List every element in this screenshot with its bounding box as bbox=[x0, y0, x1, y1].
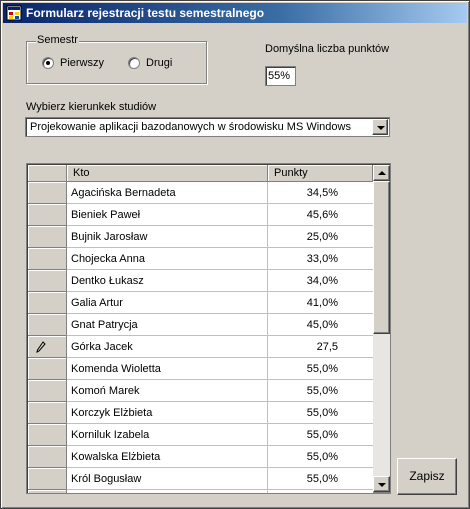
table-row[interactable]: Dentko Łukasz 34,0% bbox=[28, 270, 373, 292]
chevron-down-icon bbox=[377, 126, 385, 130]
radio-second-label: Drugi bbox=[146, 57, 173, 69]
cell-name[interactable] bbox=[67, 490, 268, 493]
students-grid[interactable]: Kto Punkty Agacińska Bernadeta 34,5% Bieni… bbox=[26, 163, 391, 494]
semester-group: Semestr Pierwszy Drugi bbox=[26, 34, 207, 84]
table-row[interactable]: Kowalska Elżbieta 55,0% bbox=[28, 446, 373, 468]
cell-name[interactable]: Korniluk Izabela bbox=[67, 424, 268, 446]
cell-points[interactable]: 55,0% bbox=[268, 380, 373, 402]
table-row[interactable]: Komenda Wioletta 55,0% bbox=[28, 358, 373, 380]
table-row[interactable]: Galia Artur 41,0% bbox=[28, 292, 373, 314]
cell-name[interactable]: Gnat Patrycja bbox=[67, 314, 268, 336]
cell-points[interactable]: 27,5 bbox=[268, 336, 373, 358]
direction-selected-value: Projekowanie aplikacji bazodanowych w śr… bbox=[30, 121, 351, 133]
save-button[interactable]: Zapisz bbox=[397, 458, 457, 495]
vertical-scrollbar[interactable] bbox=[373, 165, 390, 492]
cell-points[interactable]: 55,0% bbox=[268, 468, 373, 490]
row-selector[interactable] bbox=[28, 292, 67, 314]
default-points-input[interactable] bbox=[265, 66, 296, 86]
table-row[interactable]: Agacińska Bernadeta 34,5% bbox=[28, 182, 373, 204]
cell-name[interactable]: Kowalska Elżbieta bbox=[67, 446, 268, 468]
row-selector[interactable] bbox=[28, 314, 67, 336]
table-row[interactable]: Król Bogusław 55,0% bbox=[28, 468, 373, 490]
cell-points[interactable]: 41,0% bbox=[268, 292, 373, 314]
radio-selected-dot bbox=[46, 61, 50, 65]
row-selector[interactable] bbox=[28, 270, 67, 292]
main-window: Formularz rejestracji testu semestralneg… bbox=[0, 0, 470, 509]
table-row[interactable]: Korczyk Elżbieta 55,0% bbox=[28, 402, 373, 424]
column-header-name[interactable]: Kto bbox=[67, 165, 268, 182]
table-row[interactable]: Gnat Patrycja 45,0% bbox=[28, 314, 373, 336]
cell-name[interactable]: Bujnik Jarosław bbox=[67, 226, 268, 248]
cell-points[interactable]: 45,0% bbox=[268, 314, 373, 336]
cell-points[interactable]: 45,6% bbox=[268, 204, 373, 226]
row-selector[interactable] bbox=[28, 226, 67, 248]
cell-name[interactable]: Agacińska Bernadeta bbox=[67, 182, 268, 204]
cell-name[interactable]: Korczyk Elżbieta bbox=[67, 402, 268, 424]
header-corner bbox=[28, 165, 67, 182]
cell-name[interactable]: Chojecka Anna bbox=[67, 248, 268, 270]
table-row[interactable] bbox=[28, 490, 373, 493]
pencil-icon bbox=[36, 341, 46, 353]
row-selector[interactable] bbox=[28, 424, 67, 446]
row-selector[interactable] bbox=[28, 402, 67, 424]
title-bar[interactable]: Formularz rejestracji testu semestralneg… bbox=[3, 3, 467, 23]
grid-body: Kto Punkty Agacińska Bernadeta 34,5% Bieni… bbox=[28, 165, 373, 493]
cell-name[interactable]: Komenda Wioletta bbox=[67, 358, 268, 380]
cell-points[interactable]: 33,0% bbox=[268, 248, 373, 270]
form-app-icon bbox=[6, 5, 22, 21]
cell-points[interactable]: 55,0% bbox=[268, 358, 373, 380]
table-row[interactable]: Bieniek Paweł 45,6% bbox=[28, 204, 373, 226]
radio-first-label: Pierwszy bbox=[60, 57, 105, 69]
cell-points[interactable] bbox=[268, 490, 373, 493]
table-row[interactable]: Górka Jacek 27,5 bbox=[28, 336, 373, 358]
cell-points[interactable]: 55,0% bbox=[268, 402, 373, 424]
row-selector[interactable] bbox=[28, 336, 67, 358]
table-row[interactable]: Bujnik Jarosław 25,0% bbox=[28, 226, 373, 248]
row-selector[interactable] bbox=[28, 446, 67, 468]
row-selector[interactable] bbox=[28, 182, 67, 204]
cell-name[interactable]: Galia Artur bbox=[67, 292, 268, 314]
cell-points[interactable]: 25,0% bbox=[268, 226, 373, 248]
cell-name[interactable]: Komoń Marek bbox=[67, 380, 268, 402]
semester-legend: Semestr bbox=[36, 34, 79, 46]
arrow-down-icon bbox=[378, 483, 386, 487]
scroll-up-button[interactable] bbox=[373, 165, 390, 181]
arrow-up-icon bbox=[378, 171, 386, 175]
cell-points[interactable]: 34,0% bbox=[268, 270, 373, 292]
cell-points[interactable]: 55,0% bbox=[268, 424, 373, 446]
cell-name[interactable]: Dentko Łukasz bbox=[67, 270, 268, 292]
window-title: Formularz rejestracji testu semestralneg… bbox=[26, 6, 265, 20]
row-selector[interactable] bbox=[28, 380, 67, 402]
table-row[interactable]: Komoń Marek 55,0% bbox=[28, 380, 373, 402]
row-selector[interactable] bbox=[28, 468, 67, 490]
grid-header-row: Kto Punkty bbox=[28, 165, 373, 182]
direction-label: Wybierz kierunkek studiów bbox=[26, 101, 157, 113]
cell-points[interactable]: 34,5% bbox=[268, 182, 373, 204]
cell-name[interactable]: Górka Jacek bbox=[67, 336, 268, 358]
table-row[interactable]: Korniluk Izabela 55,0% bbox=[28, 424, 373, 446]
column-header-points[interactable]: Punkty bbox=[268, 165, 373, 182]
direction-combobox[interactable]: Projekowanie aplikacji bazodanowych w śr… bbox=[25, 117, 390, 137]
row-selector[interactable] bbox=[28, 248, 67, 270]
row-selector[interactable] bbox=[28, 490, 67, 493]
cell-name[interactable]: Król Bogusław bbox=[67, 468, 268, 490]
table-row[interactable]: Chojecka Anna 33,0% bbox=[28, 248, 373, 270]
row-selector[interactable] bbox=[28, 204, 67, 226]
row-selector[interactable] bbox=[28, 358, 67, 380]
combo-dropdown-button[interactable] bbox=[372, 119, 388, 135]
cell-name[interactable]: Bieniek Paweł bbox=[67, 204, 268, 226]
scroll-down-button[interactable] bbox=[373, 476, 390, 492]
scrollbar-thumb[interactable] bbox=[373, 181, 390, 334]
cell-points[interactable]: 55,0% bbox=[268, 446, 373, 468]
default-points-label: Domyślna liczba punktów bbox=[265, 43, 390, 55]
